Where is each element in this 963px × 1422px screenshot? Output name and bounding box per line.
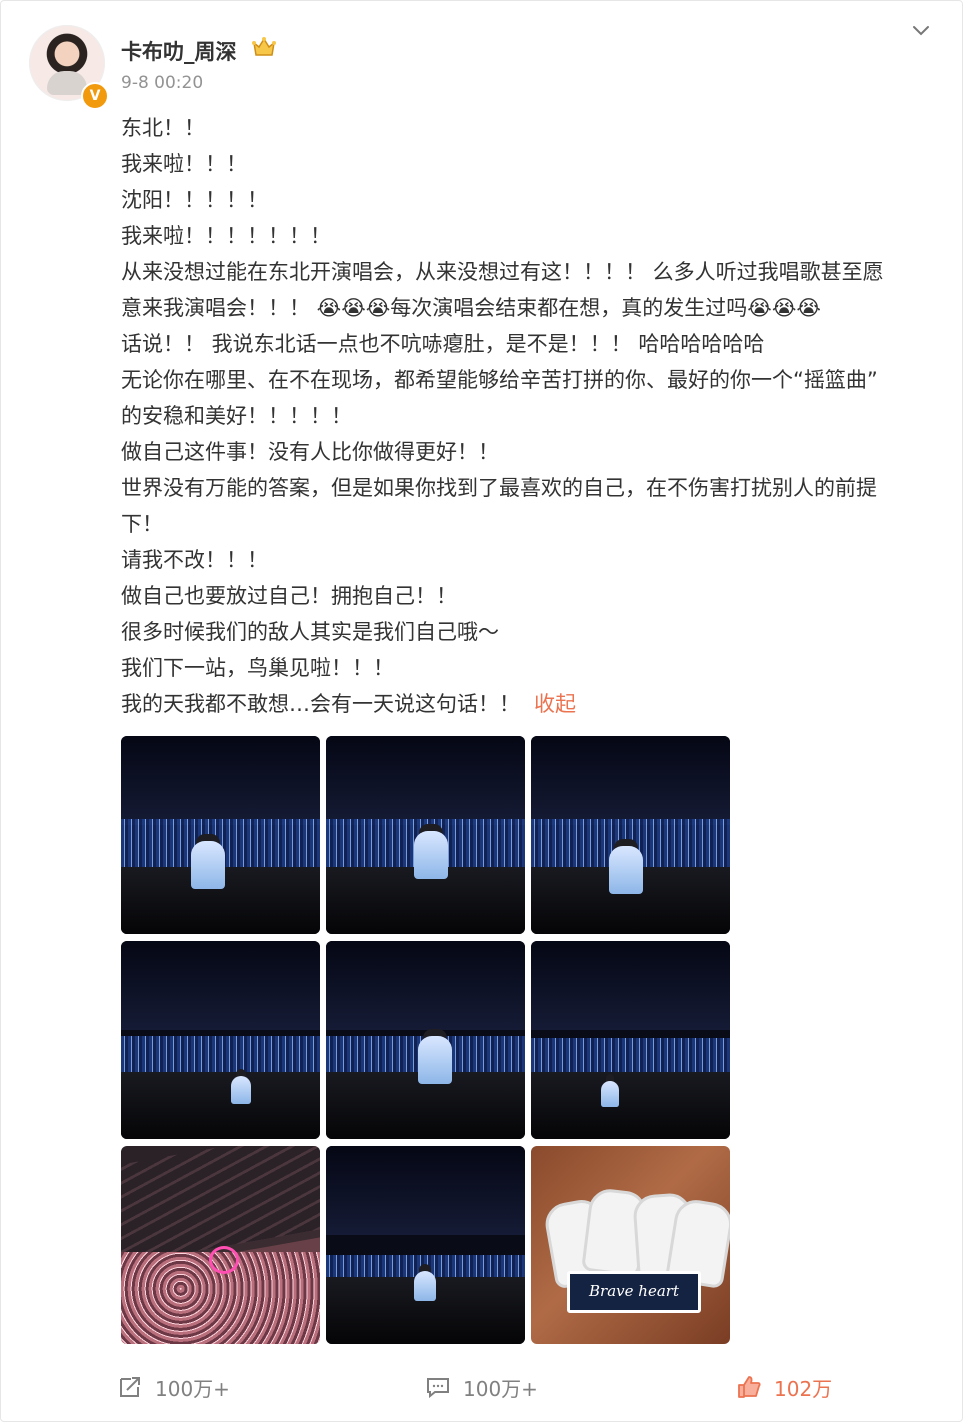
cutouts-photo[interactable]: Brave heart	[531, 1146, 730, 1344]
concert-photo[interactable]	[531, 941, 730, 1139]
chevron-down-icon[interactable]	[911, 23, 931, 39]
crown-icon	[252, 37, 276, 56]
comment-count: 100万+	[463, 1376, 538, 1401]
share-button[interactable]: 100万+	[117, 1363, 230, 1411]
concert-photo[interactable]	[121, 736, 320, 934]
author-name[interactable]: 卡布叻_周深	[121, 36, 237, 66]
content-line: 做自己这件事！没有人比你做得更好！！	[121, 440, 499, 464]
like-button[interactable]: 102万	[736, 1363, 832, 1411]
content-line: 我的天我都不敢想…会有一天说这句话！！ 收起	[121, 686, 941, 722]
content-line: 我来啦！！！	[121, 152, 247, 176]
comment-icon	[427, 1378, 449, 1399]
concert-photo[interactable]	[121, 941, 320, 1139]
content-line: 的安稳和美好！！！！！	[121, 404, 352, 428]
concert-photo[interactable]	[326, 941, 525, 1139]
concert-photo[interactable]	[326, 736, 525, 934]
content-line: 话说！！ 我说东北话一点也不吭哧瘪肚，是不是！！！ 哈哈哈哈哈哈	[121, 332, 765, 356]
content-line: 做自己也要放过自己！拥抱自己！！	[121, 584, 457, 608]
content-line: 请我不改！！！	[121, 548, 268, 572]
content-line: 意来我演唱会！！！ 😭😭😭每次演唱会结束都在想，真的发生过吗😭😭😭	[121, 296, 821, 320]
content-line: 无论你在哪里、在不在现场，都希望能够给辛苦打拼的你、最好的你一个“摇篮曲”	[121, 368, 878, 392]
post-actions: 100万+ 100万+ 102万	[1, 1363, 962, 1411]
comment-button[interactable]: 100万+	[425, 1363, 538, 1411]
post-time[interactable]: 9-8 00:20	[121, 73, 203, 93]
content-line: 从来没想过能在东北开演唱会，从来没想过有这！！！！ 么多人听过我唱歌甚至愿	[121, 260, 884, 284]
thumbs-up-icon	[738, 1376, 761, 1398]
content-line: 很多时候我们的敌人其实是我们自己哦～	[121, 620, 499, 644]
like-count: 102万	[774, 1376, 833, 1401]
concert-photo[interactable]	[531, 736, 730, 934]
share-count: 100万+	[155, 1376, 230, 1401]
content-last-line: 我的天我都不敢想…会有一天说这句话！！	[121, 692, 520, 716]
photo-grid: Brave heart	[121, 736, 730, 1344]
post-content: 东北！！ 我来啦！！！ 沈阳！！！！！ 我来啦！！！！！！！ 从来没想过能在东北…	[121, 110, 941, 722]
share-icon	[120, 1377, 140, 1397]
concert-photo[interactable]	[326, 1146, 525, 1344]
content-line: 我们下一站，鸟巢见啦！！！	[121, 656, 394, 680]
content-line: 东北！！	[121, 116, 205, 140]
collapse-link[interactable]: 收起	[534, 692, 576, 716]
content-line: 我来啦！！！！！！！	[121, 224, 331, 248]
content-line: 下！	[121, 512, 163, 536]
content-line: 世界没有万能的答案，但是如果你找到了最喜欢的自己，在不伤害打扰别人的前提	[121, 476, 877, 500]
content-line: 沈阳！！！！！	[121, 188, 268, 212]
photo-tag-text: Brave heart	[567, 1271, 701, 1313]
stadium-photo[interactable]	[121, 1146, 320, 1344]
verified-badge: V	[81, 82, 109, 110]
weibo-post-card: V 卡布叻_周深 9-8 00:20 东北！！ 我来啦！！！ 沈阳！！！！！ 我…	[0, 0, 963, 1422]
